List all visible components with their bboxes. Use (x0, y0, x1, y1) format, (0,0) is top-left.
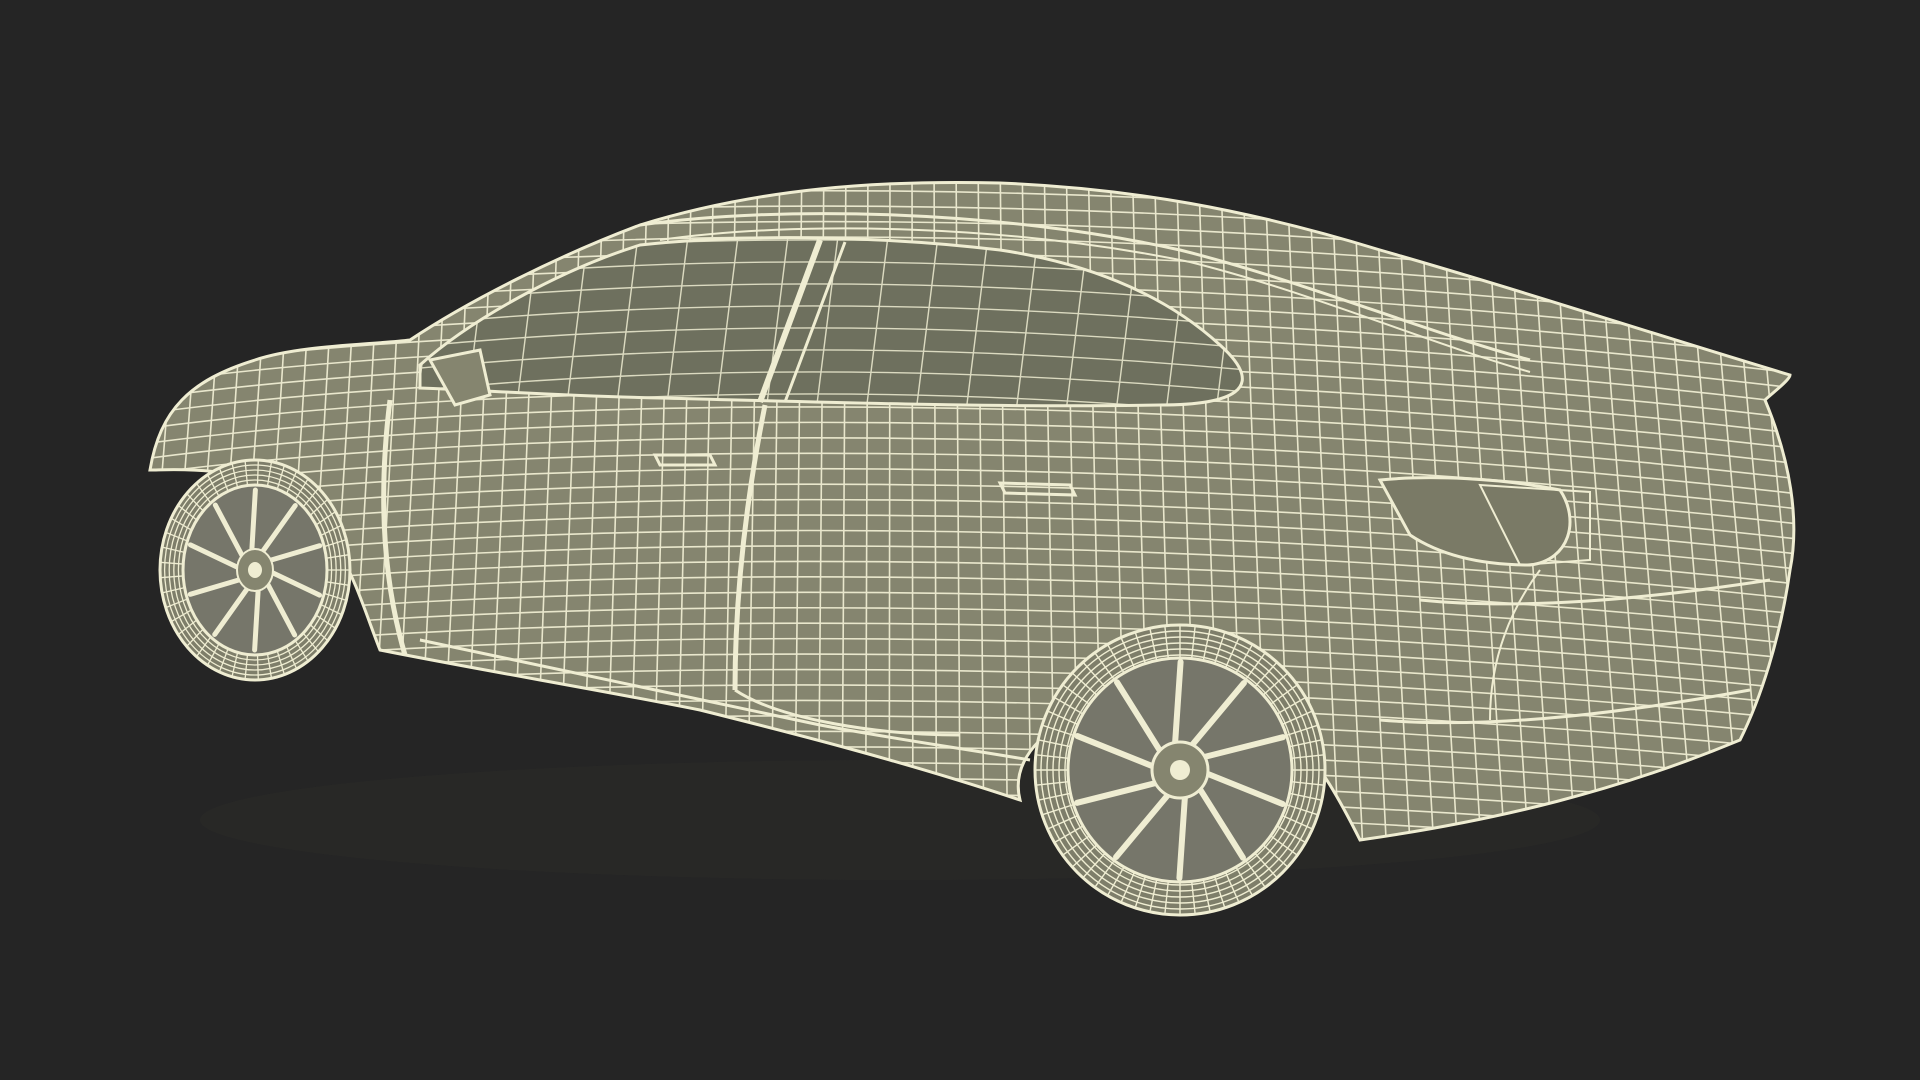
render-viewport (0, 0, 1920, 1080)
rear-hub-center (1170, 760, 1190, 780)
rear-wheel (1033, 623, 1327, 917)
front-hub-center (248, 562, 262, 578)
front-wheel-spoke (252, 588, 261, 653)
front-wheel-spoke (249, 487, 258, 552)
front-wheel (158, 458, 352, 682)
car-wireframe-render (148, 180, 1796, 917)
